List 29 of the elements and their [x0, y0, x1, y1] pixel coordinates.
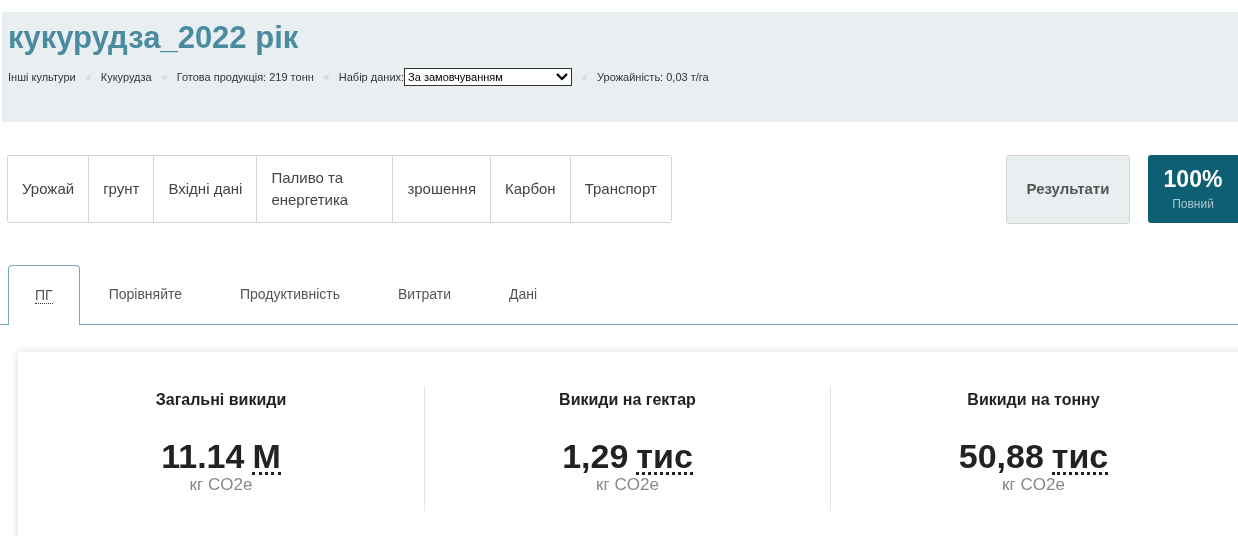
completion-label: Повний — [1172, 196, 1214, 213]
metric-title: Викиди на гектар — [559, 390, 696, 410]
tab[interactable]: Дані — [480, 265, 567, 324]
meta-label: Набір даних: — [338, 69, 405, 85]
tab[interactable]: Порівняйте — [79, 265, 211, 324]
metric-unit: М — [252, 440, 281, 475]
tab[interactable]: Витрати — [369, 265, 481, 324]
page-title: кукурудза_2022 рік — [8, 19, 300, 57]
tab[interactable]: Продуктивність — [211, 265, 369, 324]
metric-value: 50,88 — [958, 438, 1044, 474]
chevron-down-icon — [556, 73, 569, 81]
metric-unit: тис — [636, 440, 693, 475]
metric-title: Загальні викиди — [155, 390, 287, 410]
meta-item: Урожайність: 0,03 т/га — [597, 69, 709, 85]
metric-unit: тис — [1051, 440, 1109, 475]
metric-value: 1,29 — [562, 438, 629, 474]
nav-button[interactable]: Транспорт — [569, 156, 671, 222]
dataset-select[interactable]: За замовчуванням — [404, 68, 573, 86]
meta-item: Готова продукція: 219 тонн — [176, 69, 314, 85]
completion-percent: 100% — [1163, 165, 1223, 193]
results-button[interactable]: Результати — [1006, 155, 1130, 224]
metric-caption: кг CO2e — [189, 475, 253, 495]
metric-caption: кг CO2e — [596, 475, 659, 495]
metric-caption: кг CO2e — [1002, 475, 1065, 495]
meta-item: Кукурудза — [100, 69, 152, 85]
metric-title: Викиди на тонну — [967, 390, 1100, 410]
meta-item: Інші культури — [8, 69, 76, 85]
metric-value: 11.14 — [161, 438, 245, 474]
tab[interactable]: ПГ — [8, 265, 80, 325]
